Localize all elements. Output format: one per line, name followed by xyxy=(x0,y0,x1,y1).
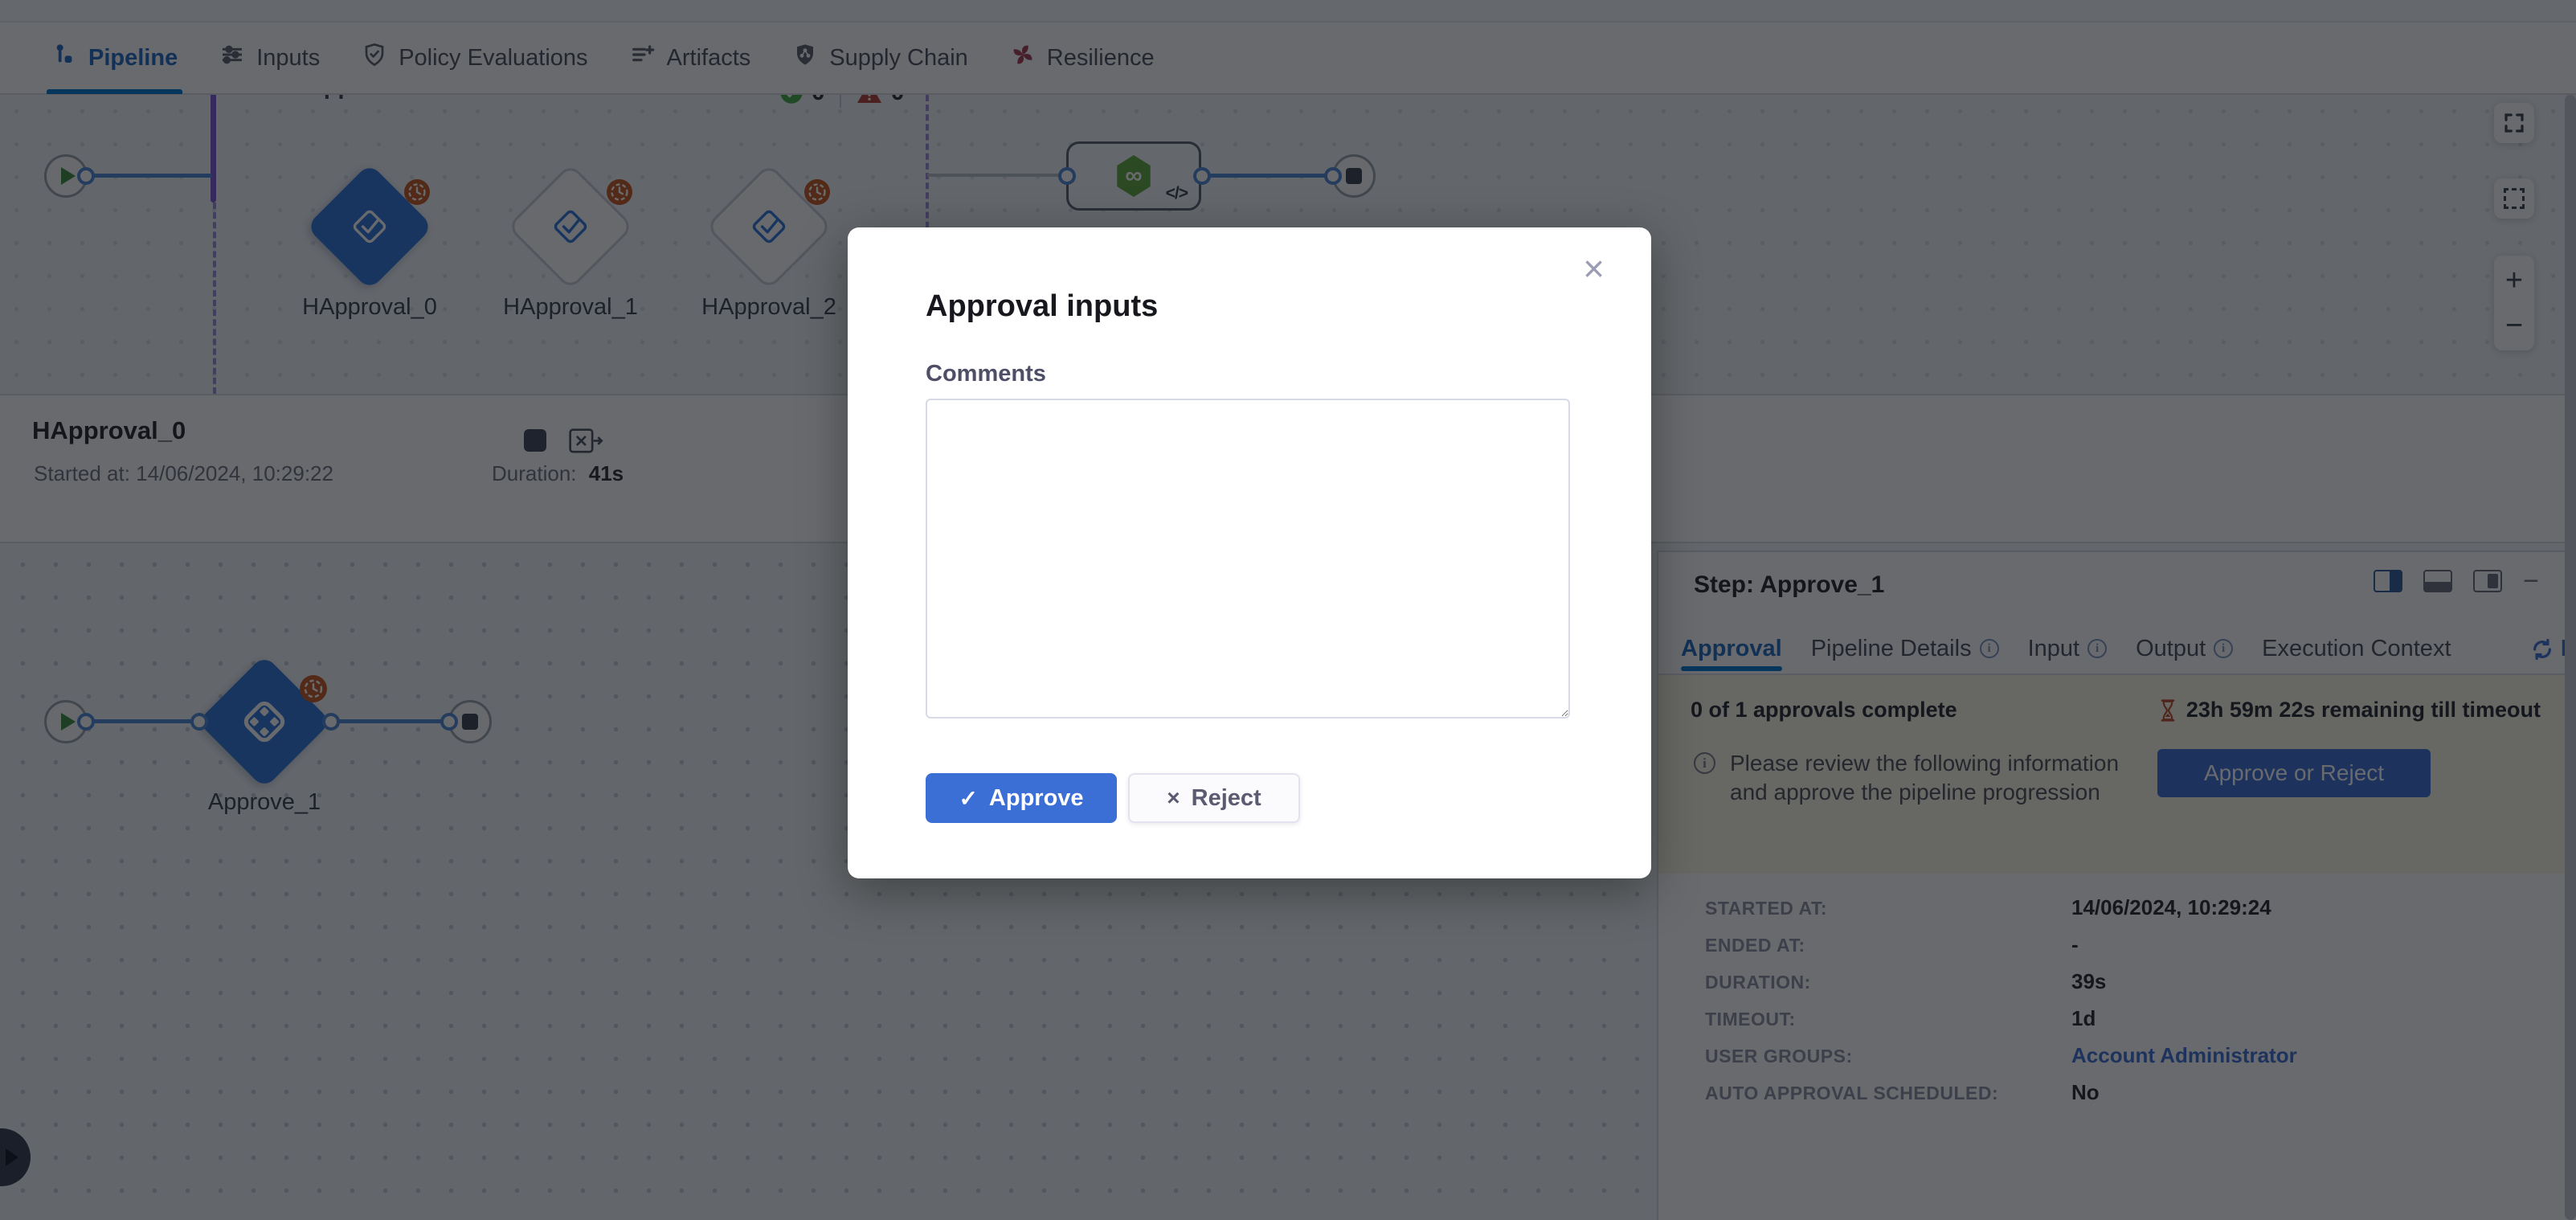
x-icon: × xyxy=(1167,785,1180,811)
comments-input[interactable] xyxy=(926,399,1570,718)
close-icon[interactable]: × xyxy=(1583,250,1605,287)
reject-label: Reject xyxy=(1192,785,1261,812)
check-icon: ✓ xyxy=(959,785,977,812)
approve-button[interactable]: ✓ Approve xyxy=(926,773,1117,823)
approve-label: Approve xyxy=(989,785,1084,812)
approval-inputs-modal: × Approval inputs Comments ✓ Approve × R… xyxy=(848,227,1651,878)
comments-label: Comments xyxy=(926,361,1046,387)
reject-button[interactable]: × Reject xyxy=(1128,773,1300,823)
app-root: Pipeline Inputs Policy Evaluations Artif… xyxy=(0,0,2576,1220)
modal-title: Approval inputs xyxy=(926,289,1158,324)
